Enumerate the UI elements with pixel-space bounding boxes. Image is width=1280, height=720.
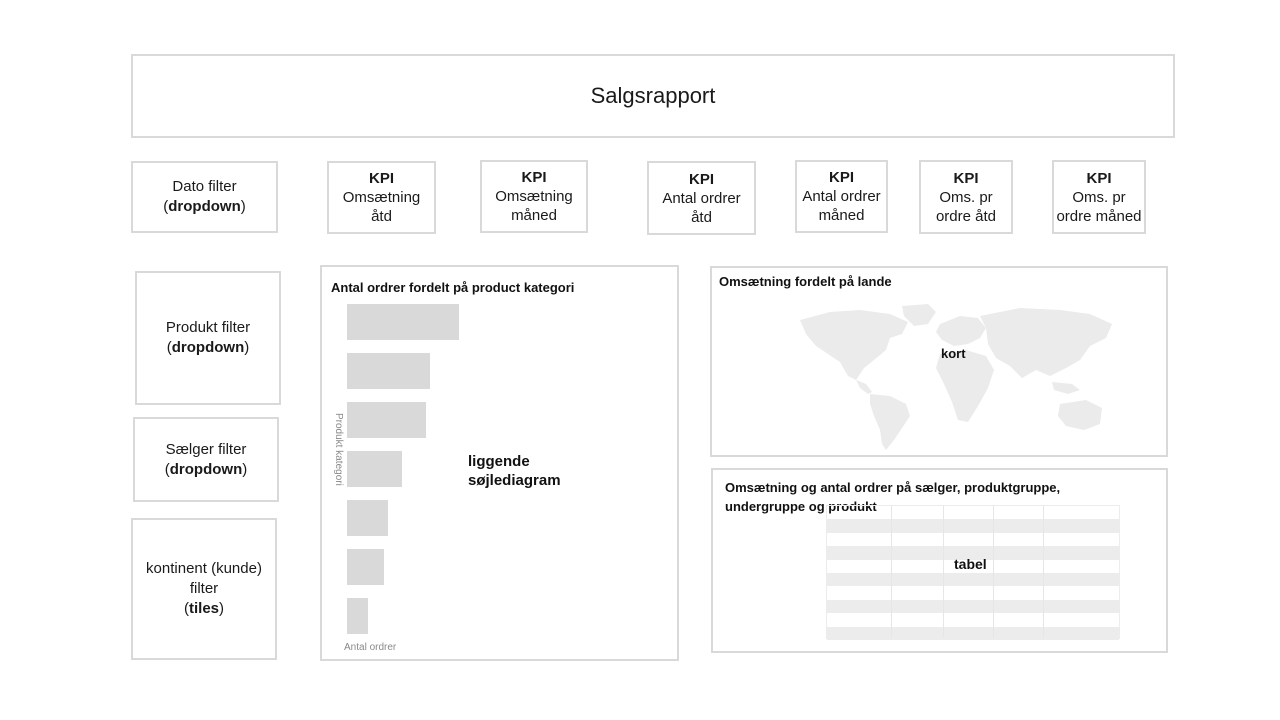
- world-map: [800, 304, 1112, 450]
- product-filter-label: Produkt filter: [165, 319, 251, 336]
- table-stripe: [827, 519, 1119, 533]
- table-column-line: [1043, 506, 1044, 638]
- table-title-line1: Omsætning og antal ordrer på sælger, pro…: [725, 480, 1061, 495]
- bar-chart-note-line2: søjlediagram: [468, 472, 561, 489]
- kpi-head: KPI: [521, 169, 547, 186]
- seller-filter-label: Sælger filter: [165, 440, 247, 458]
- kpi-orders-ytd: KPI Antal ordrer åtd: [647, 161, 756, 235]
- bar-2: [347, 353, 430, 389]
- date-filter-label: Dato filter: [172, 178, 237, 195]
- table-stripe: [827, 599, 1119, 614]
- kpi-rev-per-order-ytd: KPI Oms. pr ordre åtd: [919, 160, 1013, 234]
- continent-filter[interactable]: kontinent (kunde) filter (tiles): [131, 518, 277, 660]
- bar-chart-title: Antal ordrer fordelt på product kategori: [331, 280, 575, 295]
- table-column-line: [993, 506, 994, 638]
- kpi-line1: Omsætning: [342, 189, 421, 206]
- bar-3: [347, 402, 426, 438]
- kpi-line1: Oms. pr: [1072, 188, 1126, 206]
- seller-filter-type: dropdown: [169, 460, 243, 478]
- bar-chart-note-line1: liggende: [468, 453, 530, 470]
- kpi-line2: ordre åtd: [935, 207, 997, 225]
- report-title-box: Salgsrapport: [131, 54, 1175, 138]
- bar-chart-note: liggende søjlediagram: [468, 452, 561, 490]
- y-axis-label: Produkt kategori: [333, 413, 344, 486]
- kpi-line1: Oms. pr: [939, 188, 993, 206]
- table-stripe: [827, 573, 1119, 587]
- product-filter[interactable]: Produkt filter (dropdown): [135, 271, 281, 405]
- kpi-line1: Antal ordrer: [802, 188, 881, 205]
- continent-filter-label-1: kontinent (kunde): [146, 560, 262, 577]
- bar-1: [347, 304, 459, 340]
- bar-4: [347, 451, 402, 487]
- kpi-rev-per-order-month: KPI Oms. pr ordre måned: [1052, 160, 1146, 234]
- kpi-head: KPI: [368, 170, 394, 187]
- kpi-head: KPI: [953, 169, 979, 187]
- kpi-line2: ordre måned: [1056, 207, 1142, 225]
- kpi-head: KPI: [1086, 169, 1112, 187]
- continent-filter-type: tiles: [188, 600, 219, 617]
- kpi-line2: måned: [818, 207, 865, 224]
- report-title: Salgsrapport: [590, 83, 716, 108]
- bar-6: [347, 549, 384, 585]
- date-filter[interactable]: Dato filter (dropdown): [131, 161, 278, 233]
- kpi-line1: Antal ordrer: [662, 189, 741, 207]
- seller-filter[interactable]: Sælger filter (dropdown): [133, 417, 279, 502]
- table-column-line: [943, 506, 944, 638]
- table-column-line: [891, 506, 892, 638]
- table-note: tabel: [954, 556, 987, 572]
- table-placeholder: [826, 505, 1120, 640]
- bar-5: [347, 500, 388, 536]
- product-filter-type: dropdown: [171, 339, 245, 356]
- date-filter-type: dropdown: [168, 198, 241, 215]
- kpi-line2: måned: [511, 207, 557, 224]
- map-note: kort: [941, 346, 966, 361]
- map-title: Omsætning fordelt på lande: [719, 274, 892, 289]
- kpi-revenue-month: KPI Omsætning måned: [480, 160, 588, 233]
- kpi-revenue-ytd: KPI Omsætning åtd: [327, 161, 436, 234]
- kpi-line1: Omsætning: [495, 188, 573, 205]
- bar-7: [347, 598, 368, 634]
- kpi-head: KPI: [688, 170, 714, 188]
- kpi-line2: åtd: [371, 208, 392, 225]
- continent-filter-label-2: filter: [189, 580, 219, 597]
- kpi-head: KPI: [828, 169, 854, 186]
- x-axis-label: Antal ordrer: [344, 642, 397, 653]
- kpi-line2: åtd: [691, 208, 712, 226]
- kpi-orders-month: KPI Antal ordrer måned: [795, 160, 888, 233]
- table-stripe: [827, 626, 1119, 640]
